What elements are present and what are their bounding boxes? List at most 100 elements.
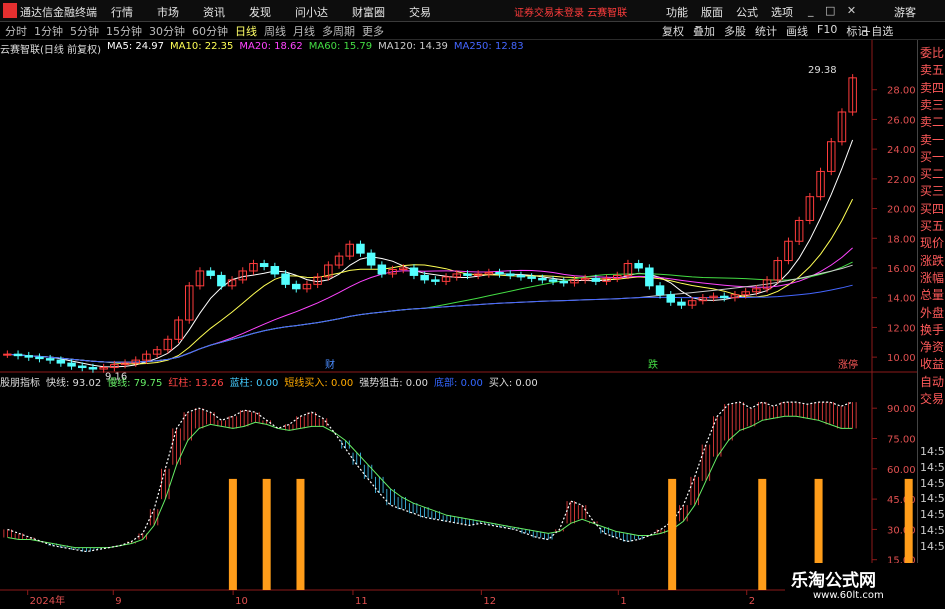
buy-signal-bar: [296, 478, 305, 590]
side-panel-item[interactable]: 买一: [920, 150, 944, 164]
watermark-title: 乐淘公式网: [791, 571, 876, 591]
ma-line: [7, 247, 853, 363]
side-panel-item[interactable]: 卖二: [920, 115, 944, 129]
time-tick-label: 10: [235, 596, 248, 607]
side-panel-item[interactable]: 买五: [920, 219, 944, 233]
side-time-item: 14:56: [920, 460, 945, 474]
candle-body: [431, 279, 440, 282]
event-label: 涨停: [838, 358, 858, 371]
side-panel-item[interactable]: 卖一: [920, 133, 944, 147]
candle-body: [548, 279, 558, 282]
price-tick-label: 18.00: [887, 234, 916, 245]
time-tick-label: 2024年: [30, 594, 65, 607]
candle-body: [559, 280, 568, 284]
buy-signal-bar: [262, 478, 271, 590]
price-tick-label: 22.00: [887, 175, 916, 186]
candle-body: [67, 362, 76, 367]
price-tick-label: 20.00: [887, 205, 916, 216]
high-price-label: 29.38: [808, 65, 837, 76]
price-tick-label: 12.00: [887, 323, 916, 334]
side-panel-item[interactable]: 涨跌: [920, 254, 944, 268]
side-panel-item[interactable]: 买三: [920, 184, 944, 198]
candle-body: [377, 264, 387, 275]
side-panel-item[interactable]: 外盘: [920, 306, 944, 320]
candle-body: [217, 274, 226, 287]
price-tick-label: 28.00: [887, 86, 916, 97]
candle-body: [666, 294, 675, 303]
candle-body: [3, 353, 12, 356]
slow-line: [7, 415, 853, 549]
side-panel-item[interactable]: 涨幅: [920, 271, 944, 285]
candle-body: [206, 270, 215, 276]
watermark: 乐淘公式网 www.60lt.com: [785, 563, 928, 609]
side-panel-item[interactable]: 卖五: [920, 63, 944, 77]
candle-body: [366, 252, 376, 266]
side-panel-item[interactable]: 卖三: [920, 98, 944, 112]
candle-body: [516, 274, 526, 278]
side-panel-item[interactable]: 买四: [920, 202, 944, 216]
side-panel-item[interactable]: 换手: [920, 323, 944, 337]
side-panel-item[interactable]: 交易: [920, 392, 944, 406]
price-tick-label: 26.00: [887, 115, 916, 126]
buy-signal-bar: [758, 478, 767, 590]
candle-body: [463, 273, 472, 276]
candle-body: [78, 365, 87, 369]
candle-body: [506, 273, 515, 276]
side-time-item: 14:56: [920, 445, 945, 458]
time-tick-label: 12: [483, 596, 496, 607]
buy-signal-bar: [668, 478, 677, 590]
ma-line: [7, 198, 854, 365]
candle-body: [655, 285, 665, 296]
candle-body: [88, 367, 98, 370]
candle-body: [634, 263, 643, 269]
side-panel-item[interactable]: 收益: [920, 357, 944, 371]
side-panel-item[interactable]: 现价: [920, 236, 944, 250]
side-panel-item[interactable]: 委比: [920, 46, 944, 60]
side-time-item: 14:56: [920, 476, 945, 490]
time-tick-label: 1: [620, 596, 626, 607]
ind-tick-label: 90.00: [887, 404, 916, 415]
candle-body: [56, 359, 66, 364]
chart-canvas[interactable]: 28.00 26.00 24.00 22.00 20.00 18.00 16.00 14.00…: [0, 0, 917, 609]
candle-body: [645, 267, 654, 287]
buy-signal-bar: [228, 478, 237, 590]
price-tick-label: 16.00: [887, 264, 916, 275]
time-tick-label: 11: [355, 596, 368, 607]
candle-body: [35, 356, 44, 360]
ind-tick-label: 60.00: [887, 465, 916, 476]
candle-body: [538, 277, 547, 281]
side-time-item: 14:56: [920, 492, 945, 506]
time-tick-label: 9: [115, 596, 121, 607]
ma-line: [7, 139, 854, 368]
side-time-item: 14:56: [920, 539, 945, 553]
candle-body: [13, 353, 23, 357]
ma-line: [7, 264, 853, 363]
time-tick-label: 2: [749, 596, 755, 607]
candle-body: [281, 273, 290, 285]
side-panel-item[interactable]: 卖四: [920, 81, 944, 95]
ma-line: [7, 261, 853, 363]
side-panel-item[interactable]: 净资: [920, 340, 944, 354]
price-tick-label: 10.00: [887, 353, 916, 364]
candle-body: [420, 274, 429, 281]
side-time-item: 14:56: [920, 524, 945, 537]
candle-body: [677, 301, 686, 306]
candle-body: [527, 276, 536, 279]
side-panel: 委比卖五卖四卖三卖二卖一买一买二买三买四买五现价涨跌涨幅总量外盘换手净资收益自动…: [917, 40, 945, 589]
side-panel-item[interactable]: 买二: [920, 167, 944, 181]
price-tick-label: 24.00: [887, 145, 916, 156]
candle-body: [24, 355, 33, 358]
low-price-label: 9.16: [105, 372, 127, 383]
candle-body: [270, 266, 280, 275]
candle-body: [259, 263, 269, 268]
candle-body: [356, 243, 365, 254]
candle-body: [495, 271, 504, 275]
event-label: 跌: [648, 358, 658, 371]
side-panel-item[interactable]: 自动: [920, 375, 944, 389]
side-panel-item[interactable]: 总量: [920, 288, 944, 302]
ind-tick-label: 75.00: [887, 435, 916, 446]
watermark-url: www.60lt.com: [813, 590, 884, 601]
candle-body: [292, 283, 301, 290]
candle-body: [591, 277, 601, 282]
candle-body: [409, 267, 419, 276]
